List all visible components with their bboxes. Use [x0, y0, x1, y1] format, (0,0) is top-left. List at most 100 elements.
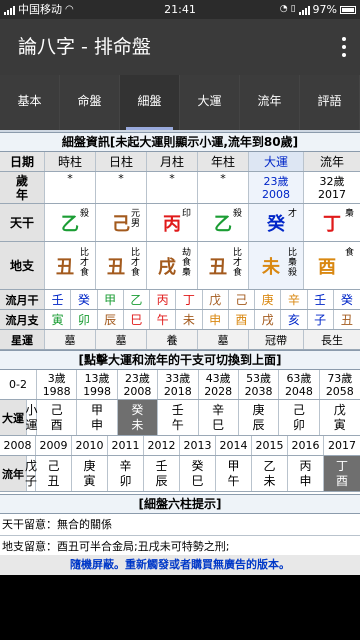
- col-dayun: 大運: [249, 152, 304, 171]
- liuyuegan-cell[interactable]: 庚: [255, 290, 282, 309]
- sim-icon: ▯: [290, 4, 296, 14]
- liunian-pillar[interactable]: 庚 寅: [72, 456, 108, 491]
- dizhi-char: 未: [262, 256, 280, 278]
- liunian-pillar[interactable]: 丁 酉: [324, 456, 360, 491]
- dizhi-canggan: 比 才 食: [79, 248, 89, 278]
- year-cell: 2012: [144, 436, 180, 455]
- xingyun-dayun: 冠帶: [249, 330, 304, 349]
- dizhi-char: 戌: [158, 256, 176, 278]
- tab-detail[interactable]: 細盤: [120, 75, 180, 130]
- xingyun-liunian: 長生: [321, 333, 343, 347]
- col-liunian: 流年: [304, 152, 360, 171]
- dizhi-row: 地支 丑比 才 食丑比 才 食戌劫 食 梟丑比 才 食未比 梟 殺酉食: [0, 242, 360, 290]
- tab-comments[interactable]: 評語: [300, 75, 360, 130]
- liuyuezhi-cell[interactable]: 酉: [229, 310, 255, 329]
- dayun-pillar[interactable]: 戊 寅: [320, 400, 360, 435]
- dayun-age-cell: 13歲 1998: [77, 370, 118, 399]
- col-day: 日柱: [96, 152, 147, 171]
- liuyuegan-cell[interactable]: 戊: [203, 290, 229, 309]
- dayun-pillar[interactable]: 甲 申: [77, 400, 118, 435]
- tiangan-cell: 乙殺: [45, 204, 96, 241]
- liuyuegan-cell[interactable]: 辛: [281, 290, 308, 309]
- tab-chart[interactable]: 命盤: [60, 75, 120, 130]
- age-hour: *: [45, 172, 96, 203]
- liuyuezhi-cell[interactable]: 子: [308, 310, 334, 329]
- tiangan-cell: 丁梟: [304, 204, 360, 241]
- tiangan-shishen: 梟: [344, 209, 354, 219]
- year-cell: 2008: [0, 436, 36, 455]
- year-cell: 2017: [328, 439, 356, 452]
- xingyun-row: 星運 墓 墓 養 墓 冠帶 長生: [0, 330, 360, 350]
- col-year: 年柱: [198, 152, 249, 171]
- liuyuegan-cell[interactable]: 壬: [45, 290, 72, 309]
- tab-bar: 基本 命盤 細盤 大運 流年 評語: [0, 75, 360, 130]
- year-cell: 2014: [216, 436, 252, 455]
- xingyun-label: 星運: [0, 330, 45, 349]
- liuyuezhi-cell[interactable]: 申: [203, 310, 229, 329]
- dayun-pillar[interactable]: 壬 午: [158, 400, 199, 435]
- liuyuezhi-cell[interactable]: 卯: [71, 310, 98, 329]
- tiangan-cell: 己元 男: [96, 204, 147, 241]
- liuyuegan-cell[interactable]: 癸: [71, 290, 98, 309]
- tab-liunian[interactable]: 流年: [240, 75, 300, 130]
- dizhi-char: 酉: [318, 256, 336, 278]
- tiangan-char: 癸: [267, 213, 285, 235]
- liuyuegan-cell[interactable]: 己: [229, 290, 255, 309]
- dayun-pillar[interactable]: 小 運: [26, 400, 38, 435]
- tiangan-shishen: 殺: [232, 209, 242, 219]
- liuyuegan-cell[interactable]: 乙: [124, 290, 150, 309]
- liuyuezhi-cell[interactable]: 午: [150, 310, 177, 329]
- dizhi-canggan: 比 才 食: [232, 248, 242, 278]
- ad-notice[interactable]: 隨機屏蔽。重新觸發或者購買無廣告的版本。: [0, 555, 360, 575]
- detail-heading: 細盤資訊[未起大運則顯示小運,流年到80歲]: [0, 132, 360, 152]
- age-liunian: 32歲 2017: [318, 174, 346, 201]
- year-cell: 2016: [288, 436, 324, 455]
- app-bar: 論八字 - 排命盤: [0, 19, 360, 75]
- liunian-pillar[interactable]: 己 丑: [36, 456, 72, 491]
- liuyuegan-cell[interactable]: 癸: [334, 290, 360, 309]
- dayun-pillar[interactable]: 己 酉: [37, 400, 78, 435]
- dayun-pillar[interactable]: 庚 辰: [239, 400, 280, 435]
- dayun-pillar[interactable]: 癸 未: [117, 400, 159, 435]
- liunian-pillar[interactable]: 癸 巳: [180, 456, 216, 491]
- dayun-age-cell: 43歲 2028: [199, 370, 239, 399]
- overflow-menu-icon[interactable]: [340, 37, 348, 57]
- tiangan-char: 丁: [323, 213, 341, 235]
- app-title: 論八字 - 排命盤: [18, 36, 151, 58]
- liunian-pillar[interactable]: 戊 子: [25, 456, 37, 491]
- liunian-pillar[interactable]: 辛 卯: [108, 456, 144, 491]
- year-cell: 2010: [72, 436, 108, 455]
- tiangan-cell: 乙殺: [198, 204, 249, 241]
- liunian-pillar[interactable]: 壬 辰: [144, 456, 180, 491]
- liuyuezhi-cell[interactable]: 辰: [98, 310, 124, 329]
- liuyuegan-cell[interactable]: 丁: [176, 290, 203, 309]
- dayun-pillar[interactable]: 己 卯: [279, 400, 320, 435]
- liunian-pillar[interactable]: 甲 午: [216, 456, 252, 491]
- tab-dayun[interactable]: 大運: [180, 75, 240, 130]
- liuyuegan-cell[interactable]: 甲: [98, 290, 124, 309]
- liuyuezhi-cell[interactable]: 亥: [281, 310, 308, 329]
- dizhi-cell: 未比 梟 殺: [249, 242, 304, 289]
- col-hour: 時柱: [45, 152, 96, 171]
- liunian-pillar[interactable]: 丙 申: [288, 456, 324, 491]
- liuyuegan-cell[interactable]: 丙: [150, 290, 177, 309]
- liunian-pillar[interactable]: 乙 未: [252, 456, 288, 491]
- dizhi-cell: 酉食: [304, 242, 360, 289]
- dizhi-char: 丑: [209, 256, 227, 278]
- age-row: 歲 年 * * * * 23歲 2008 32歲 2017: [0, 172, 360, 204]
- dayun-row: 大運 小 運己 酉甲 申癸 未壬 午辛 巳庚 辰己 卯戊 寅: [0, 400, 360, 436]
- liuyuezhi-cell[interactable]: 戌: [255, 310, 282, 329]
- liuyuezhi-cell[interactable]: 巳: [124, 310, 150, 329]
- dayun-pillar[interactable]: 辛 巳: [199, 400, 239, 435]
- dayun-age-cell: 3歲 1988: [37, 370, 78, 399]
- dizhi-canggan: 食: [344, 248, 354, 258]
- liuyuezhi-cell[interactable]: 丑: [334, 310, 360, 329]
- dizhi-cell: 丑比 才 食: [198, 242, 249, 289]
- liuyuezhi-cell[interactable]: 未: [176, 310, 203, 329]
- liuyuegan-cell[interactable]: 壬: [308, 290, 334, 309]
- age-dayun: 23歲 2008: [249, 172, 304, 203]
- liuyuezhi-cell[interactable]: 寅: [45, 310, 72, 329]
- dayun-age-cell: 0-2: [0, 370, 37, 399]
- tiangan-shishen: 殺: [79, 209, 89, 219]
- tab-basic[interactable]: 基本: [0, 75, 60, 130]
